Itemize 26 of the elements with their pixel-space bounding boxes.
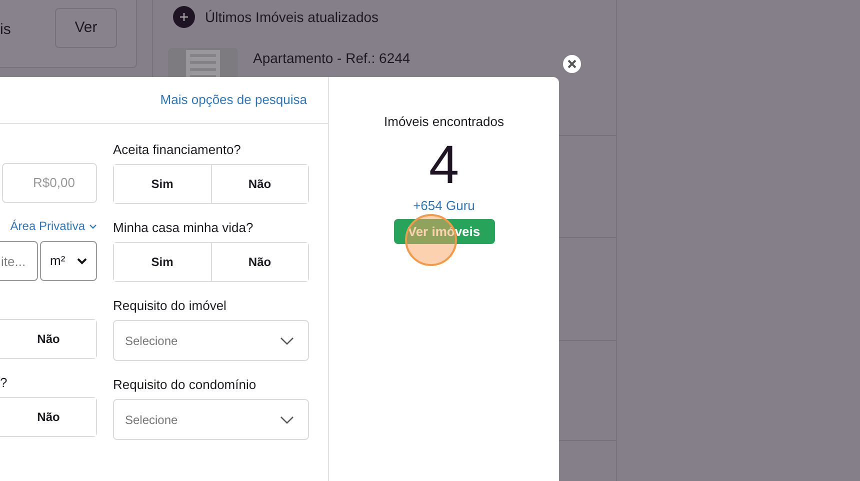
field-label: ?	[0, 374, 8, 392]
view-button[interactable]: Ver	[55, 8, 117, 48]
results-title: Imóveis encontrados	[384, 113, 504, 131]
section-title: Últimos Imóveis atualizados	[205, 8, 379, 26]
results-count: 4	[428, 134, 460, 196]
area-link[interactable]: Área Privativa	[10, 217, 85, 235]
close-icon[interactable]	[563, 55, 581, 73]
field-label: Requisito do imóvel	[113, 297, 228, 315]
extra-count: +654 Guru	[413, 196, 475, 214]
chevron-down-icon	[280, 336, 294, 344]
select-field[interactable]: Selecione	[113, 399, 309, 440]
field-label: Minha casa minha vida?	[113, 219, 254, 237]
toggle-option[interactable]: Não	[210, 243, 308, 281]
area-input[interactable]: ite...	[0, 241, 38, 281]
chevron-down-icon	[280, 416, 294, 424]
card-text: is	[0, 20, 11, 40]
field-label: Aceita financiamento?	[113, 141, 242, 159]
chevron-down-icon	[89, 224, 97, 228]
field-label: Requisito do condomínio	[113, 376, 258, 394]
unit-select[interactable]: m²	[40, 241, 97, 281]
more-options-link[interactable]: Mais opções de pesquisa	[160, 90, 307, 110]
chevron-down-icon	[77, 258, 87, 264]
select-field[interactable]: Selecione	[113, 320, 309, 361]
toggle-option[interactable]: Não	[210, 165, 308, 203]
listing-title: Apartamento - Ref.: 6244	[253, 49, 410, 68]
plus-icon[interactable]	[173, 6, 195, 28]
